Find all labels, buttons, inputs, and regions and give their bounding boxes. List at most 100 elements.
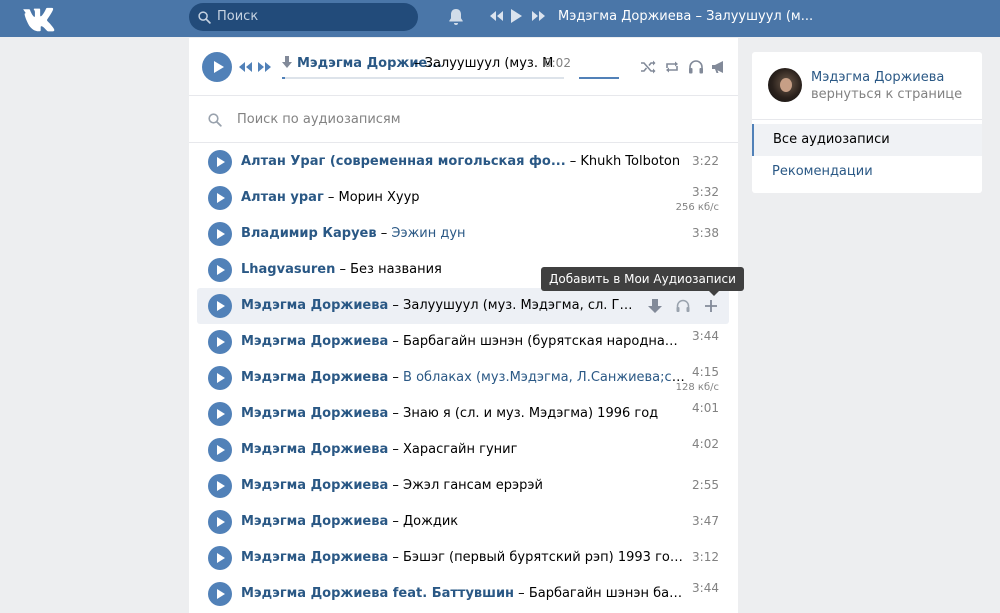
track-duration: 4:02 [692, 437, 719, 451]
track-play-button[interactable] [208, 186, 232, 210]
track-row[interactable]: Владимир Каруев – Ээжин дун 3:38 [197, 216, 729, 252]
track-duration: 4:01 [692, 401, 719, 415]
nav-recommendations[interactable]: Рекомендации [772, 164, 873, 179]
track-row[interactable]: Мэдэгма Доржиева – Бэшэг (первый бурятск… [197, 540, 729, 576]
topbar-play-icon[interactable] [509, 8, 523, 24]
track-row[interactable]: Мэдэгма Доржиева – Харасгайн гуниг 4:02 [197, 432, 729, 468]
track-title: Барбагайн шэнэн байхадам (со... [528, 586, 685, 601]
track-text: Мэдэгма Доржиева – Дождик [241, 514, 459, 529]
track-title: Морин Хуур [338, 190, 420, 205]
track-text: Алтан ураг – Морин Хуур [241, 190, 420, 205]
track-text: Мэдэгма Доржиева – Бэшэг (первый бурятск… [241, 550, 685, 565]
track-row[interactable]: Мэдэгма Доржиева – Дождик 3:47 [197, 504, 729, 540]
track-artist[interactable]: Мэдэгма Доржиева [241, 442, 388, 457]
topbar-prev-icon[interactable] [489, 9, 504, 23]
player-time[interactable]: 0:02 [544, 56, 571, 70]
track-duration: 3:38 [692, 226, 719, 240]
track-play-button[interactable] [208, 294, 232, 318]
track-artist[interactable]: Мэдэгма Доржиева [241, 334, 388, 349]
player-title: – Залуушуул (муз. М [414, 56, 554, 71]
track-play-button[interactable] [208, 402, 232, 426]
track-text: Владимир Каруев – Ээжин дун [241, 226, 466, 241]
track-bitrate: 128 кб/с [675, 382, 719, 393]
track-artist[interactable]: Мэдэгма Доржиева [241, 550, 388, 565]
track-text: Мэдэгма Доржиева – В облаках (муз.Мэдэгм… [241, 370, 685, 385]
audio-search[interactable]: Поиск по аудиозаписям [189, 97, 738, 143]
vk-logo-icon[interactable] [22, 4, 58, 32]
track-artist[interactable]: Мэдэгма Доржиева [241, 406, 388, 421]
topbar-next-icon[interactable] [531, 9, 546, 23]
back-to-page-link[interactable]: вернуться к странице [811, 87, 962, 102]
search-icon [208, 113, 222, 127]
track-play-button[interactable] [208, 330, 232, 354]
divider [752, 119, 982, 120]
track-play-button[interactable] [208, 150, 232, 174]
player-volume-bar[interactable] [579, 77, 619, 79]
track-artist[interactable]: Мэдэгма Доржиева [241, 478, 388, 493]
user-name-link[interactable]: Мэдэгма Доржиева [811, 70, 944, 85]
track-duration: 2:55 [692, 478, 719, 492]
track-artist[interactable]: Владимир Каруев [241, 226, 377, 241]
nav-all-audio[interactable]: Все аудиозаписи [752, 124, 982, 156]
right-panel: Мэдэгма Доржиева вернуться к странице Вс… [752, 52, 982, 193]
track-duration: 3:44 [692, 329, 719, 343]
audio-player: Мэдэгма Доржие... – Залуушуул (муз. М 0:… [189, 38, 738, 96]
add-tooltip: Добавить в Мои Аудиозаписи [541, 267, 744, 296]
track-list: Алтан Ураг (современная могольская фо...… [197, 144, 729, 612]
player-prev-icon[interactable] [238, 61, 254, 73]
player-play-button[interactable] [202, 52, 232, 82]
track-bitrate: 256 кб/с [675, 202, 719, 213]
track-title: Залуушуул (муз. Мэдэгма, сл. Гымаа) [403, 298, 641, 313]
track-title: Без названия [350, 262, 442, 277]
audio-panel: Мэдэгма Доржие... – Залуушуул (муз. М 0:… [189, 38, 738, 613]
headphones-icon[interactable] [675, 298, 691, 314]
track-title: Харасгайн гуниг [403, 442, 518, 457]
track-play-button[interactable] [208, 258, 232, 282]
track-artist[interactable]: Алтан Ураг (современная могольская фо... [241, 154, 566, 169]
repeat-icon[interactable] [664, 60, 680, 74]
track-title: Ээжин дун [391, 226, 466, 241]
track-text: Мэдэгма Доржиева – Харасгайн гуниг [241, 442, 518, 457]
player-next-icon[interactable] [256, 61, 272, 73]
download-icon[interactable] [282, 56, 292, 69]
track-play-button[interactable] [208, 438, 232, 462]
track-artist[interactable]: Мэдэгма Доржиева [241, 370, 388, 385]
track-actions [639, 298, 719, 318]
avatar[interactable] [768, 68, 802, 102]
track-play-button[interactable] [208, 546, 232, 570]
topbar-now-playing[interactable]: Мэдэгма Доржиева – Залуушуул (м... [558, 9, 813, 24]
player-progress-bar[interactable] [282, 77, 564, 79]
track-play-button[interactable] [208, 474, 232, 498]
track-artist[interactable]: Мэдэгма Доржиева [241, 298, 388, 313]
track-artist[interactable]: Алтан ураг [241, 190, 324, 205]
track-artist[interactable]: Lhagvasuren [241, 262, 335, 277]
track-play-button[interactable] [208, 366, 232, 390]
global-search[interactable]: Поиск [189, 3, 418, 31]
track-artist[interactable]: Мэдэгма Доржиева feat. Баттувшин [241, 586, 514, 601]
track-title: Khukh Tolboton [580, 154, 681, 169]
track-title: Знаю я (сл. и муз. Мэдэгма) 1996 год [403, 406, 659, 421]
download-icon[interactable] [647, 298, 663, 314]
track-row[interactable]: Алтан ураг – Морин Хуур 3:32 256 кб/с [197, 180, 729, 216]
track-duration: 3:12 [692, 550, 719, 564]
shuffle-icon[interactable] [640, 60, 656, 74]
add-icon[interactable] [703, 298, 719, 314]
notifications-bell-icon[interactable] [447, 7, 465, 27]
track-title: Бэшэг (первый бурятский рэп) 1993 год (p… [403, 550, 685, 565]
track-row[interactable]: Мэдэгма Доржиева – Барбагайн шэнэн (буря… [197, 324, 729, 360]
track-title: Эжэл гансам ерэрэй [403, 478, 543, 493]
track-play-button[interactable] [208, 222, 232, 246]
track-artist[interactable]: Мэдэгма Доржиева [241, 514, 388, 529]
top-bar: Поиск Мэдэгма Доржиева – Залуушуул (м... [0, 0, 1000, 37]
track-play-button[interactable] [208, 582, 232, 606]
track-row[interactable]: Мэдэгма Доржиева – Знаю я (сл. и муз. Мэ… [197, 396, 729, 432]
track-row[interactable]: Мэдэгма Доржиева – Эжэл гансам ерэрэй 2:… [197, 468, 729, 504]
track-row[interactable]: Мэдэгма Доржиева – В облаках (муз.Мэдэгм… [197, 360, 729, 396]
track-play-button[interactable] [208, 510, 232, 534]
track-duration: 3:44 [692, 581, 719, 595]
broadcast-icon[interactable] [711, 60, 727, 74]
track-row-hovered[interactable]: Мэдэгма Доржиева – Залуушуул (муз. Мэдэг… [197, 288, 729, 324]
track-row[interactable]: Алтан Ураг (современная могольская фо...… [197, 144, 729, 180]
headphones-icon[interactable] [688, 60, 704, 74]
track-row[interactable]: Мэдэгма Доржиева feat. Баттувшин – Барба… [197, 576, 729, 612]
